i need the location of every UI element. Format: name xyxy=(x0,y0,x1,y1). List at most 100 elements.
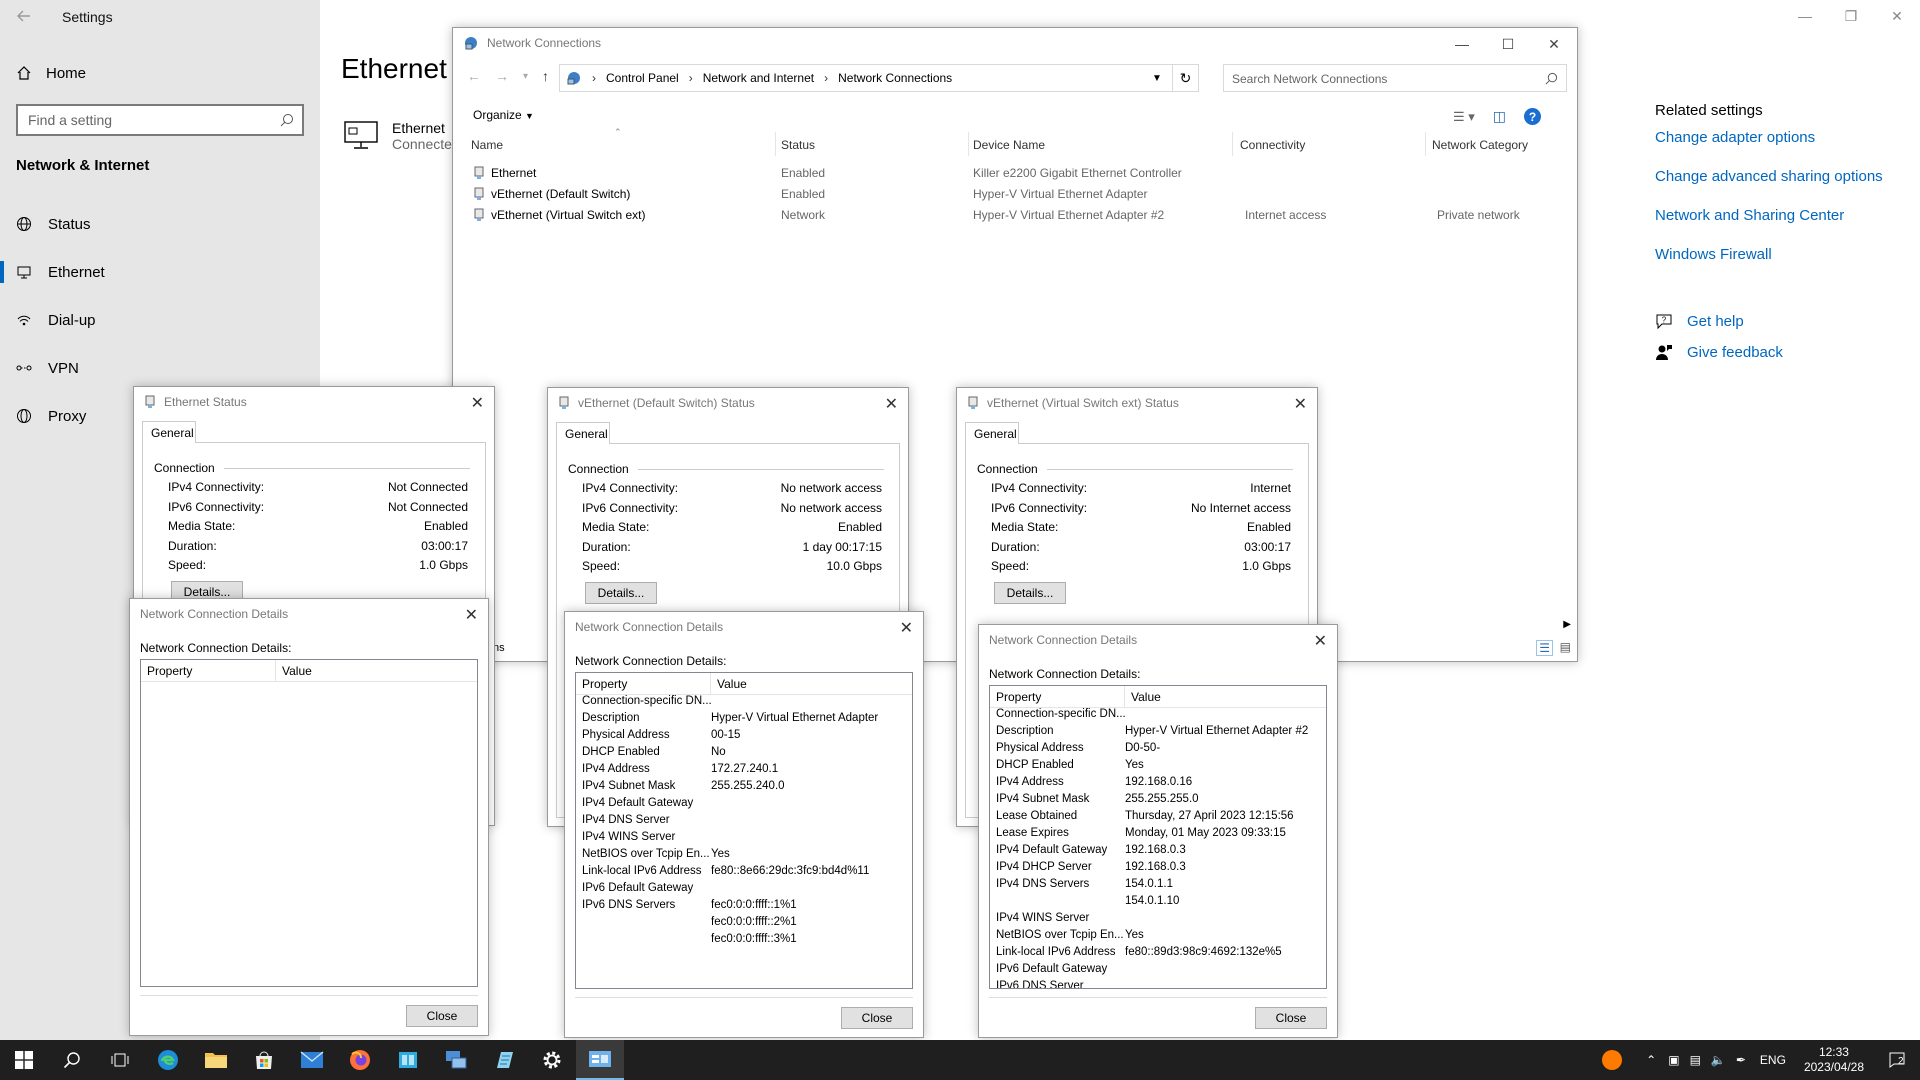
details-row[interactable]: 154.0.1.10 xyxy=(990,895,1326,912)
up-icon[interactable]: ↑ xyxy=(542,68,549,84)
tiles-view-icon[interactable]: ▤ xyxy=(1560,640,1571,654)
details-row[interactable]: NetBIOS over Tcpip En... Yes xyxy=(990,929,1326,946)
details-row[interactable]: IPv6 DNS Server xyxy=(990,980,1326,988)
col-separator[interactable] xyxy=(775,132,776,156)
microsoft-store-icon[interactable] xyxy=(240,1040,288,1080)
details-row[interactable]: IPv4 Subnet Mask 255.255.240.0 xyxy=(576,780,912,797)
details-row[interactable]: DHCP Enabled No xyxy=(576,746,912,763)
back-icon[interactable]: ← xyxy=(467,68,481,84)
pen-icon[interactable]: ✒ xyxy=(1736,1053,1746,1067)
details-row[interactable]: IPv4 DNS Server xyxy=(576,814,912,831)
col-value[interactable]: Value xyxy=(276,660,318,681)
notification-center-icon[interactable]: 2 xyxy=(1874,1051,1920,1069)
col-separator[interactable] xyxy=(1425,132,1426,156)
close-button[interactable]: Close xyxy=(406,1005,478,1027)
details-row[interactable]: Description Hyper-V Virtual Ethernet Ada… xyxy=(990,725,1326,742)
nav-item-vpn[interactable]: VPN xyxy=(0,350,320,386)
onenote-store-icon[interactable] xyxy=(384,1040,432,1080)
input-language[interactable]: ENG xyxy=(1760,1053,1786,1067)
col-name[interactable]: Name xyxy=(471,138,503,152)
back-arrow-icon[interactable] xyxy=(14,6,34,26)
network-tray-icon[interactable]: ▤ xyxy=(1690,1053,1701,1067)
antivirus-orb-icon[interactable] xyxy=(1602,1050,1623,1070)
details-list[interactable]: Property Value Connection-specific DN...… xyxy=(989,685,1327,989)
close-icon[interactable]: ✕ xyxy=(1294,394,1307,414)
tab-general[interactable]: General xyxy=(965,422,1019,444)
close-icon[interactable]: ✕ xyxy=(885,394,898,414)
details-row[interactable]: IPv4 WINS Server xyxy=(990,912,1326,929)
details-row[interactable]: IPv4 WINS Server xyxy=(576,831,912,848)
minimize-icon[interactable]: — xyxy=(1782,0,1828,32)
details-row[interactable]: Physical Address D0-50- xyxy=(990,742,1326,759)
restore-icon[interactable]: ❐ xyxy=(1828,0,1874,32)
col-device-name[interactable]: Device Name xyxy=(973,138,1045,152)
usb-device-icon[interactable]: ▣ xyxy=(1668,1053,1679,1067)
close-button[interactable]: Close xyxy=(841,1007,913,1029)
breadcrumb-network-internet[interactable]: Network and Internet xyxy=(703,71,814,85)
details-view-icon[interactable]: ☰ xyxy=(1536,640,1553,656)
volume-icon[interactable]: 🔈 xyxy=(1711,1053,1726,1067)
details-row[interactable]: IPv4 Address 192.168.0.16 xyxy=(990,776,1326,793)
address-dropdown-icon[interactable]: ▼ xyxy=(1152,73,1162,84)
details-row[interactable]: IPv4 DNS Servers 154.0.1.1 xyxy=(990,878,1326,895)
breadcrumb-control-panel[interactable]: Control Panel xyxy=(606,71,679,85)
close-icon[interactable]: ✕ xyxy=(1314,631,1327,651)
col-separator[interactable] xyxy=(1232,132,1233,156)
details-row[interactable]: IPv4 Default Gateway 192.168.0.3 xyxy=(990,844,1326,861)
details-row[interactable]: DHCP Enabled Yes xyxy=(990,759,1326,776)
tab-general[interactable]: General xyxy=(142,421,196,443)
details-row[interactable]: IPv4 Address 172.27.240.1 xyxy=(576,763,912,780)
col-value[interactable]: Value xyxy=(711,673,753,694)
notepad-icon[interactable] xyxy=(480,1040,528,1080)
nav-item-status[interactable]: Status xyxy=(0,206,320,242)
details-row[interactable]: IPv6 Default Gateway xyxy=(990,963,1326,980)
details-list[interactable]: Property Value Connection-specific DN...… xyxy=(575,672,913,989)
col-property[interactable]: Property xyxy=(576,673,711,694)
settings-gear-icon[interactable] xyxy=(528,1040,576,1080)
forward-icon[interactable]: → xyxy=(495,68,509,84)
refresh-icon[interactable]: ↻ xyxy=(1172,65,1198,91)
remote-desktop-icon[interactable] xyxy=(432,1040,480,1080)
ethernet-tile[interactable]: Ethernet Connected xyxy=(344,120,460,152)
settings-search-input[interactable]: Find a setting xyxy=(16,104,304,136)
details-row[interactable]: Lease Obtained Thursday, 27 April 2023 1… xyxy=(990,810,1326,827)
taskbar-clock[interactable]: 12:33 2023/04/28 xyxy=(1794,1045,1874,1075)
details-row[interactable]: IPv6 Default Gateway xyxy=(576,882,912,899)
details-row[interactable]: Lease Expires Monday, 01 May 2023 09:33:… xyxy=(990,827,1326,844)
details-list[interactable]: Property Value xyxy=(140,659,478,987)
task-view-icon[interactable] xyxy=(96,1040,144,1080)
view-options-icon[interactable]: ☰ ▾ xyxy=(1453,109,1475,125)
maximize-icon[interactable]: ☐ xyxy=(1485,30,1531,58)
col-separator[interactable] xyxy=(968,132,969,156)
scroll-right-icon[interactable]: ▶ xyxy=(1563,619,1571,630)
address-bar[interactable]: › Control Panel › Network and Internet ›… xyxy=(559,64,1199,92)
recent-chevron-icon[interactable]: ▾ xyxy=(523,68,528,84)
details-row[interactable]: IPv4 Subnet Mask 255.255.255.0 xyxy=(990,793,1326,810)
details-row[interactable]: IPv6 DNS Servers fec0:0:0:ffff::1%1 xyxy=(576,899,912,916)
close-icon[interactable]: ✕ xyxy=(1531,30,1577,58)
col-property[interactable]: Property xyxy=(141,660,276,681)
connection-row[interactable]: vEthernet (Virtual Switch ext) Network Hyp… xyxy=(473,205,1573,225)
edge-browser-icon[interactable] xyxy=(144,1040,192,1080)
close-button[interactable]: Close xyxy=(1255,1007,1327,1029)
give-feedback-link[interactable]: Give feedback xyxy=(1655,343,1783,361)
details-row[interactable]: IPv4 DHCP Server 192.168.0.3 xyxy=(990,861,1326,878)
minimize-icon[interactable]: — xyxy=(1439,30,1485,58)
get-help-link[interactable]: ? Get help xyxy=(1655,312,1744,330)
details-row[interactable]: Connection-specific DN... xyxy=(576,695,912,712)
help-icon[interactable]: ? xyxy=(1524,108,1542,125)
details-row[interactable]: Physical Address 00-15 xyxy=(576,729,912,746)
details-button[interactable]: Details... xyxy=(585,582,657,604)
details-row[interactable]: Connection-specific DN... xyxy=(990,708,1326,725)
file-explorer-icon[interactable] xyxy=(192,1040,240,1080)
breadcrumb-network-connections[interactable]: Network Connections xyxy=(838,71,952,85)
details-row[interactable]: fec0:0:0:ffff::2%1 xyxy=(576,916,912,933)
details-row[interactable]: Link-local IPv6 Address fe80::8e66:29dc:… xyxy=(576,865,912,882)
preview-pane-icon[interactable]: ◫ xyxy=(1493,108,1506,125)
details-row[interactable]: IPv4 Default Gateway xyxy=(576,797,912,814)
connection-row[interactable]: vEthernet (Default Switch) Enabled Hyper-V… xyxy=(473,184,1573,204)
start-windows-icon[interactable] xyxy=(0,1040,48,1080)
close-icon[interactable]: ✕ xyxy=(1874,0,1920,32)
tray-chevron-up-icon[interactable]: ⌃ xyxy=(1646,1053,1656,1067)
windows-firewall-link[interactable]: Windows Firewall xyxy=(1655,246,1772,263)
